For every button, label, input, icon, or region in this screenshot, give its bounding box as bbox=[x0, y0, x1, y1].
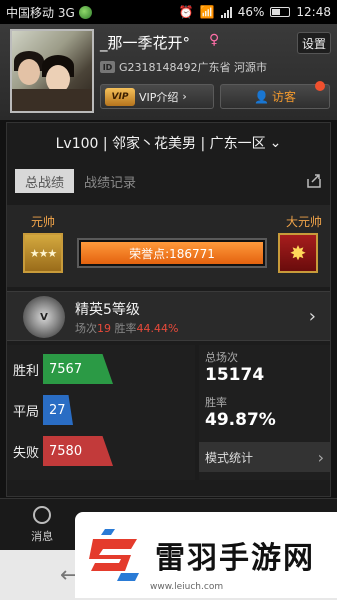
watermark-logo bbox=[89, 529, 139, 581]
clock: 12:48 bbox=[296, 5, 331, 19]
visitor-button[interactable]: 👤 访客 bbox=[220, 81, 330, 109]
level-title[interactable]: Lv100 | 邻家丶花美男 | 广东一区 ⌄ bbox=[7, 123, 330, 163]
tab-total-record[interactable]: 总战绩 bbox=[15, 169, 75, 193]
chevron-down-icon: ⌄ bbox=[269, 135, 282, 151]
battery-icon bbox=[270, 7, 291, 17]
result-breakdown: 胜利 7567 平局 27 失败 7580 bbox=[7, 345, 195, 480]
wifi-icon: 📶 bbox=[199, 5, 215, 19]
elite-badge-icon: V bbox=[23, 296, 65, 338]
carrier-info: 中国移动 3G bbox=[6, 4, 179, 21]
win-rate-label: 胜率 bbox=[205, 396, 227, 409]
profile-header: _那一季花开° ♀ 设置 ID G2318148492广东省 河源市 VIP V… bbox=[0, 24, 337, 120]
carrier-label: 中国移动 3G bbox=[6, 5, 75, 20]
lose-bar: 7580 bbox=[43, 436, 113, 466]
honor-progress-fill: 荣誉点:186771 bbox=[81, 242, 263, 264]
win-bar: 7567 bbox=[43, 354, 113, 384]
grand-marshal-badge-icon: ✸ bbox=[278, 233, 318, 273]
tab-battle-history[interactable]: 战绩记录 bbox=[74, 169, 146, 193]
lose-label: 失败 bbox=[13, 445, 40, 461]
id-badge-icon: ID bbox=[100, 61, 115, 73]
tabs-row: 总战绩 战绩记录 bbox=[15, 168, 323, 194]
share-icon[interactable] bbox=[305, 172, 323, 190]
level-title-text: Lv100 | 邻家丶花美男 | 广东一区 bbox=[55, 136, 266, 152]
settings-button[interactable]: 设置 bbox=[297, 32, 331, 54]
elite-title: 精英5等级 bbox=[75, 302, 140, 318]
vip-logo-icon: VIP bbox=[105, 87, 135, 106]
visitor-label: 访客 bbox=[271, 90, 296, 104]
summary-stats: 总场次 15174 胜率 49.87% 模式统计 › bbox=[199, 345, 330, 480]
elite-sub-mid: 胜率 bbox=[111, 322, 137, 335]
globe-icon bbox=[78, 5, 92, 19]
battery-label: 46% bbox=[237, 5, 265, 19]
vip-intro-label: VIP介绍 bbox=[139, 90, 179, 104]
person-icon: 👤 bbox=[254, 89, 269, 104]
rank-panel: 元帅 大元帅 ★★★ 荣誉点:186771 ✸ bbox=[7, 205, 330, 287]
status-icons: ⏰ 📶 46% 12:48 bbox=[179, 5, 331, 19]
marshal-badge-icon: ★★★ bbox=[23, 233, 63, 273]
message-icon bbox=[33, 505, 52, 524]
signal-icon bbox=[220, 6, 232, 18]
elite-win-rate: 44.44% bbox=[136, 322, 179, 335]
stats-card: Lv100 | 邻家丶花美男 | 广东一区 ⌄ 总战绩 战绩记录 元帅 大元帅 … bbox=[6, 122, 331, 497]
mode-stats-button[interactable]: 模式统计 › bbox=[199, 442, 330, 472]
chevron-right-icon: › bbox=[182, 90, 187, 103]
lose-row: 失败 7580 bbox=[7, 435, 195, 467]
status-bar: 中国移动 3G ⏰ 📶 46% 12:48 bbox=[0, 0, 337, 24]
honor-progress-bar: 荣誉点:186771 bbox=[77, 238, 267, 268]
nickname: _那一季花开° bbox=[100, 34, 191, 52]
elite-sub-prefix: 场次 bbox=[75, 322, 97, 335]
elite-subtitle: 场次19 胜率44.44% bbox=[75, 320, 178, 336]
next-rank-label: 大元帅 bbox=[285, 215, 322, 229]
win-rate-value: 49.87% bbox=[205, 410, 276, 430]
chevron-right-icon: › bbox=[308, 306, 316, 327]
vip-intro-button[interactable]: VIP VIP介绍 › bbox=[100, 84, 214, 109]
nav-messages[interactable]: 消息 bbox=[0, 499, 84, 550]
female-icon: ♀ bbox=[209, 32, 220, 48]
current-rank-label: 元帅 bbox=[31, 215, 56, 229]
draw-row: 平局 27 bbox=[7, 394, 195, 426]
win-label: 胜利 bbox=[13, 363, 40, 379]
total-matches-label: 总场次 bbox=[205, 351, 238, 364]
elite-level-row[interactable]: V 精英5等级 场次19 胜率44.44% › bbox=[7, 291, 330, 341]
watermark-text: 雷羽手游网 bbox=[155, 533, 315, 577]
id-location-row: ID G2318148492广东省 河源市 bbox=[100, 59, 267, 75]
draw-label: 平局 bbox=[13, 404, 40, 420]
watermark-title: 雷羽手游网 bbox=[155, 541, 315, 576]
avatar[interactable] bbox=[10, 29, 94, 113]
nav-messages-label: 消息 bbox=[31, 529, 54, 543]
total-matches-value: 15174 bbox=[205, 365, 265, 385]
id-location-text: G2318148492广东省 河源市 bbox=[119, 61, 268, 74]
mode-stats-label: 模式统计 bbox=[205, 450, 254, 465]
draw-bar: 27 bbox=[43, 395, 73, 425]
win-row: 胜利 7567 bbox=[7, 353, 195, 385]
chevron-right-icon: › bbox=[317, 447, 324, 467]
notification-dot bbox=[315, 81, 325, 91]
elite-matches: 19 bbox=[97, 322, 111, 335]
watermark-url: www.leiuch.com bbox=[150, 582, 224, 592]
alarm-icon: ⏰ bbox=[178, 5, 194, 19]
